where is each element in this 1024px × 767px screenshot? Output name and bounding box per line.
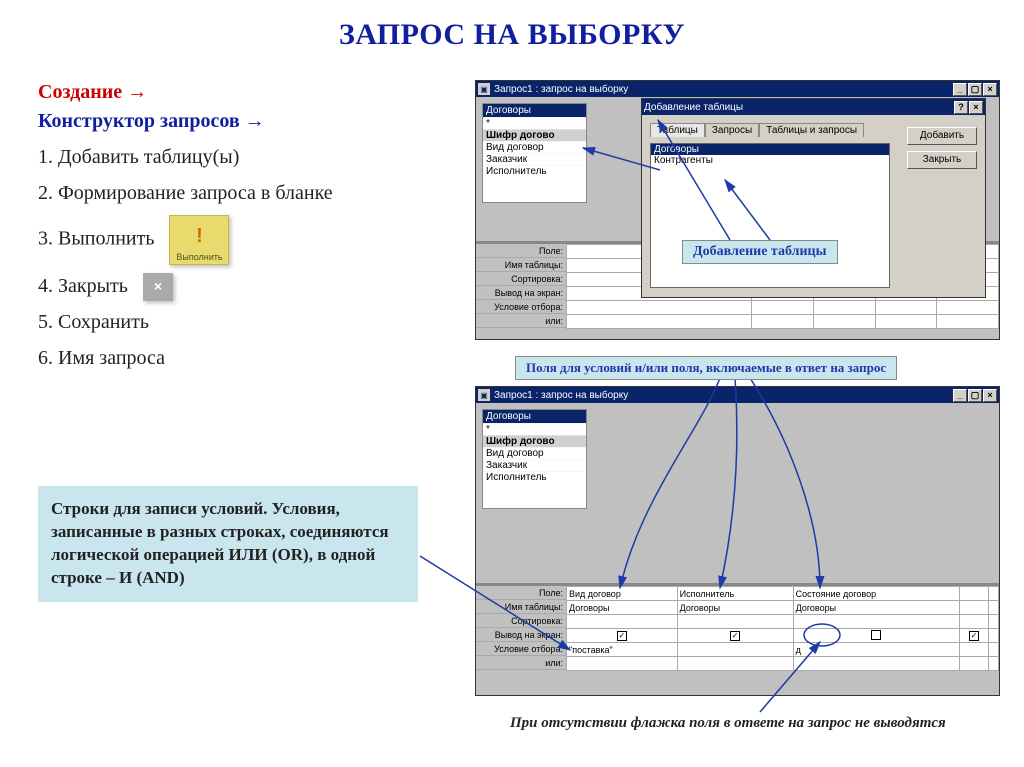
table-header: Договоры xyxy=(483,104,586,117)
instruction-step: 5. Сохранить xyxy=(38,308,433,337)
qbe-cell-table[interactable] xyxy=(960,601,989,615)
field-item[interactable]: Шифр догово xyxy=(483,435,586,447)
step-designer: Конструктор запросов xyxy=(38,110,240,132)
minimize-button[interactable]: _ xyxy=(953,83,967,96)
maximize-button[interactable]: ▢ xyxy=(968,389,982,402)
qbe-cell-field[interactable]: Состояние договор xyxy=(793,587,959,601)
show-checkbox[interactable]: ✓ xyxy=(617,631,627,641)
qbe-label: Поле: xyxy=(476,244,566,258)
show-checkbox[interactable]: ✓ xyxy=(730,631,740,641)
qbe-cell-sort[interactable] xyxy=(960,615,989,629)
qbe-label: Сортировка: xyxy=(476,614,566,628)
instruction-step: 4. Закрыть × xyxy=(38,272,433,301)
tab-tables[interactable]: Таблицы xyxy=(650,123,705,137)
qbe-cell-criteria[interactable]: д xyxy=(793,643,959,657)
source-table-listbox[interactable]: Договоры * Шифр догово Вид договор Заказ… xyxy=(482,103,587,203)
instruction-step: 6. Имя запроса xyxy=(38,344,433,373)
qbe-label: или: xyxy=(476,314,566,328)
instructions-panel: Создание → Конструктор запросов → 1. Доб… xyxy=(38,78,433,380)
qbe-cell-or[interactable] xyxy=(960,657,989,671)
qbe-label: Имя таблицы: xyxy=(476,258,566,272)
qbe-cell-table[interactable]: Договоры xyxy=(793,601,959,615)
query-designer-window-1: ▣ Запрос1 : запрос на выборку _ ▢ × Дого… xyxy=(475,80,1000,340)
qbe-cell-or[interactable] xyxy=(677,657,793,671)
list-item[interactable]: Договоры xyxy=(651,144,889,155)
source-table-listbox[interactable]: Договоры * Шифр догово Вид договор Заказ… xyxy=(482,409,587,509)
close-button[interactable]: Закрыть xyxy=(907,151,977,169)
dialog-title: Добавление таблицы xyxy=(644,102,954,113)
tab-queries[interactable]: Запросы xyxy=(705,123,759,137)
qbe-cell-field[interactable]: Вид договор xyxy=(567,587,678,601)
qbe-cell-sort[interactable] xyxy=(567,615,678,629)
arrow-icon: → xyxy=(127,81,147,103)
slide-title: ЗАПРОС НА ВЫБОРКУ xyxy=(0,0,1024,60)
field-item[interactable]: * xyxy=(483,423,586,435)
close-window-button[interactable]: × xyxy=(983,83,997,96)
field-item[interactable]: * xyxy=(483,117,586,129)
qbe-cell-sort[interactable] xyxy=(793,615,959,629)
minimize-button[interactable]: _ xyxy=(953,389,967,402)
dialog-close-button[interactable]: × xyxy=(969,101,983,114)
instruction-step: 2. Формирование запроса в бланке xyxy=(38,179,433,208)
field-item[interactable]: Исполнитель xyxy=(483,165,586,177)
field-item[interactable]: Заказчик xyxy=(483,153,586,165)
field-item[interactable]: Шифр догово xyxy=(483,129,586,141)
instruction-step: 1. Добавить таблицу(ы) xyxy=(38,143,433,172)
execute-button[interactable]: ! Выполнить xyxy=(169,215,229,265)
qbe-cell-criteria[interactable]: "поставка" xyxy=(567,643,678,657)
qbe-cell-sort[interactable] xyxy=(677,615,793,629)
qbe-label: Вывод на экран: xyxy=(476,628,566,642)
qbe-cell-table[interactable]: Договоры xyxy=(567,601,678,615)
qbe-cell-field[interactable]: Исполнитель xyxy=(677,587,793,601)
qbe-cell-table[interactable]: Договоры xyxy=(677,601,793,615)
window-title: Запрос1 : запрос на выборку xyxy=(494,390,953,401)
caption-flag-note: При отсутствии флажка поля в ответе на з… xyxy=(510,715,946,732)
qbe-label: Условие отбора: xyxy=(476,300,566,314)
arrow-icon: → xyxy=(245,110,265,132)
maximize-button[interactable]: ▢ xyxy=(968,83,982,96)
instruction-step: 3. Выполнить ! Выполнить xyxy=(38,215,433,265)
close-window-button[interactable]: × xyxy=(983,389,997,402)
list-item[interactable]: Контрагенты xyxy=(651,155,889,166)
add-button[interactable]: Добавить xyxy=(907,127,977,145)
dialog-help-button[interactable]: ? xyxy=(954,101,968,114)
window-icon: ▣ xyxy=(478,83,490,95)
show-checkbox[interactable] xyxy=(871,630,881,640)
qbe-label: Имя таблицы: xyxy=(476,600,566,614)
qbe-label: Условие отбора: xyxy=(476,642,566,656)
query-designer-window-2: ▣ Запрос1 : запрос на выборку _ ▢ × Дого… xyxy=(475,386,1000,696)
callout-fields-answer: Поля для условий и/или поля, включаемые … xyxy=(515,356,897,380)
qbe-label: Вывод на экран: xyxy=(476,286,566,300)
table-header: Договоры xyxy=(483,410,586,423)
field-item[interactable]: Вид договор xyxy=(483,141,586,153)
show-checkbox[interactable]: ✓ xyxy=(969,631,979,641)
qbe-cell-field[interactable] xyxy=(960,587,989,601)
qbe-cell-or[interactable] xyxy=(567,657,678,671)
callout-add-table: Добавление таблицы xyxy=(682,240,838,264)
step-create: Создание xyxy=(38,81,122,103)
add-table-dialog: Добавление таблицы ? × Таблицы Запросы Т… xyxy=(641,98,986,298)
field-item[interactable]: Вид договор xyxy=(483,447,586,459)
close-button[interactable]: × xyxy=(143,273,173,301)
tab-both[interactable]: Таблицы и запросы xyxy=(759,123,864,137)
qbe-cell-criteria[interactable] xyxy=(677,643,793,657)
qbe-label: Сортировка: xyxy=(476,272,566,286)
field-item[interactable]: Заказчик xyxy=(483,459,586,471)
qbe-label: Поле: xyxy=(476,586,566,600)
qbe-grid-2[interactable]: Поле: Имя таблицы: Сортировка: Вывод на … xyxy=(476,583,999,695)
window-title: Запрос1 : запрос на выборку xyxy=(494,84,953,95)
qbe-cell-or[interactable] xyxy=(793,657,959,671)
exclamation-icon: ! xyxy=(170,222,228,251)
tables-listbox[interactable]: Договоры Контрагенты xyxy=(650,143,890,288)
qbe-label: или: xyxy=(476,656,566,670)
conditions-note: Строки для записи условий. Условия, запи… xyxy=(38,486,418,602)
window-icon: ▣ xyxy=(478,389,490,401)
field-item[interactable]: Исполнитель xyxy=(483,471,586,483)
qbe-cell-criteria[interactable] xyxy=(960,643,989,657)
